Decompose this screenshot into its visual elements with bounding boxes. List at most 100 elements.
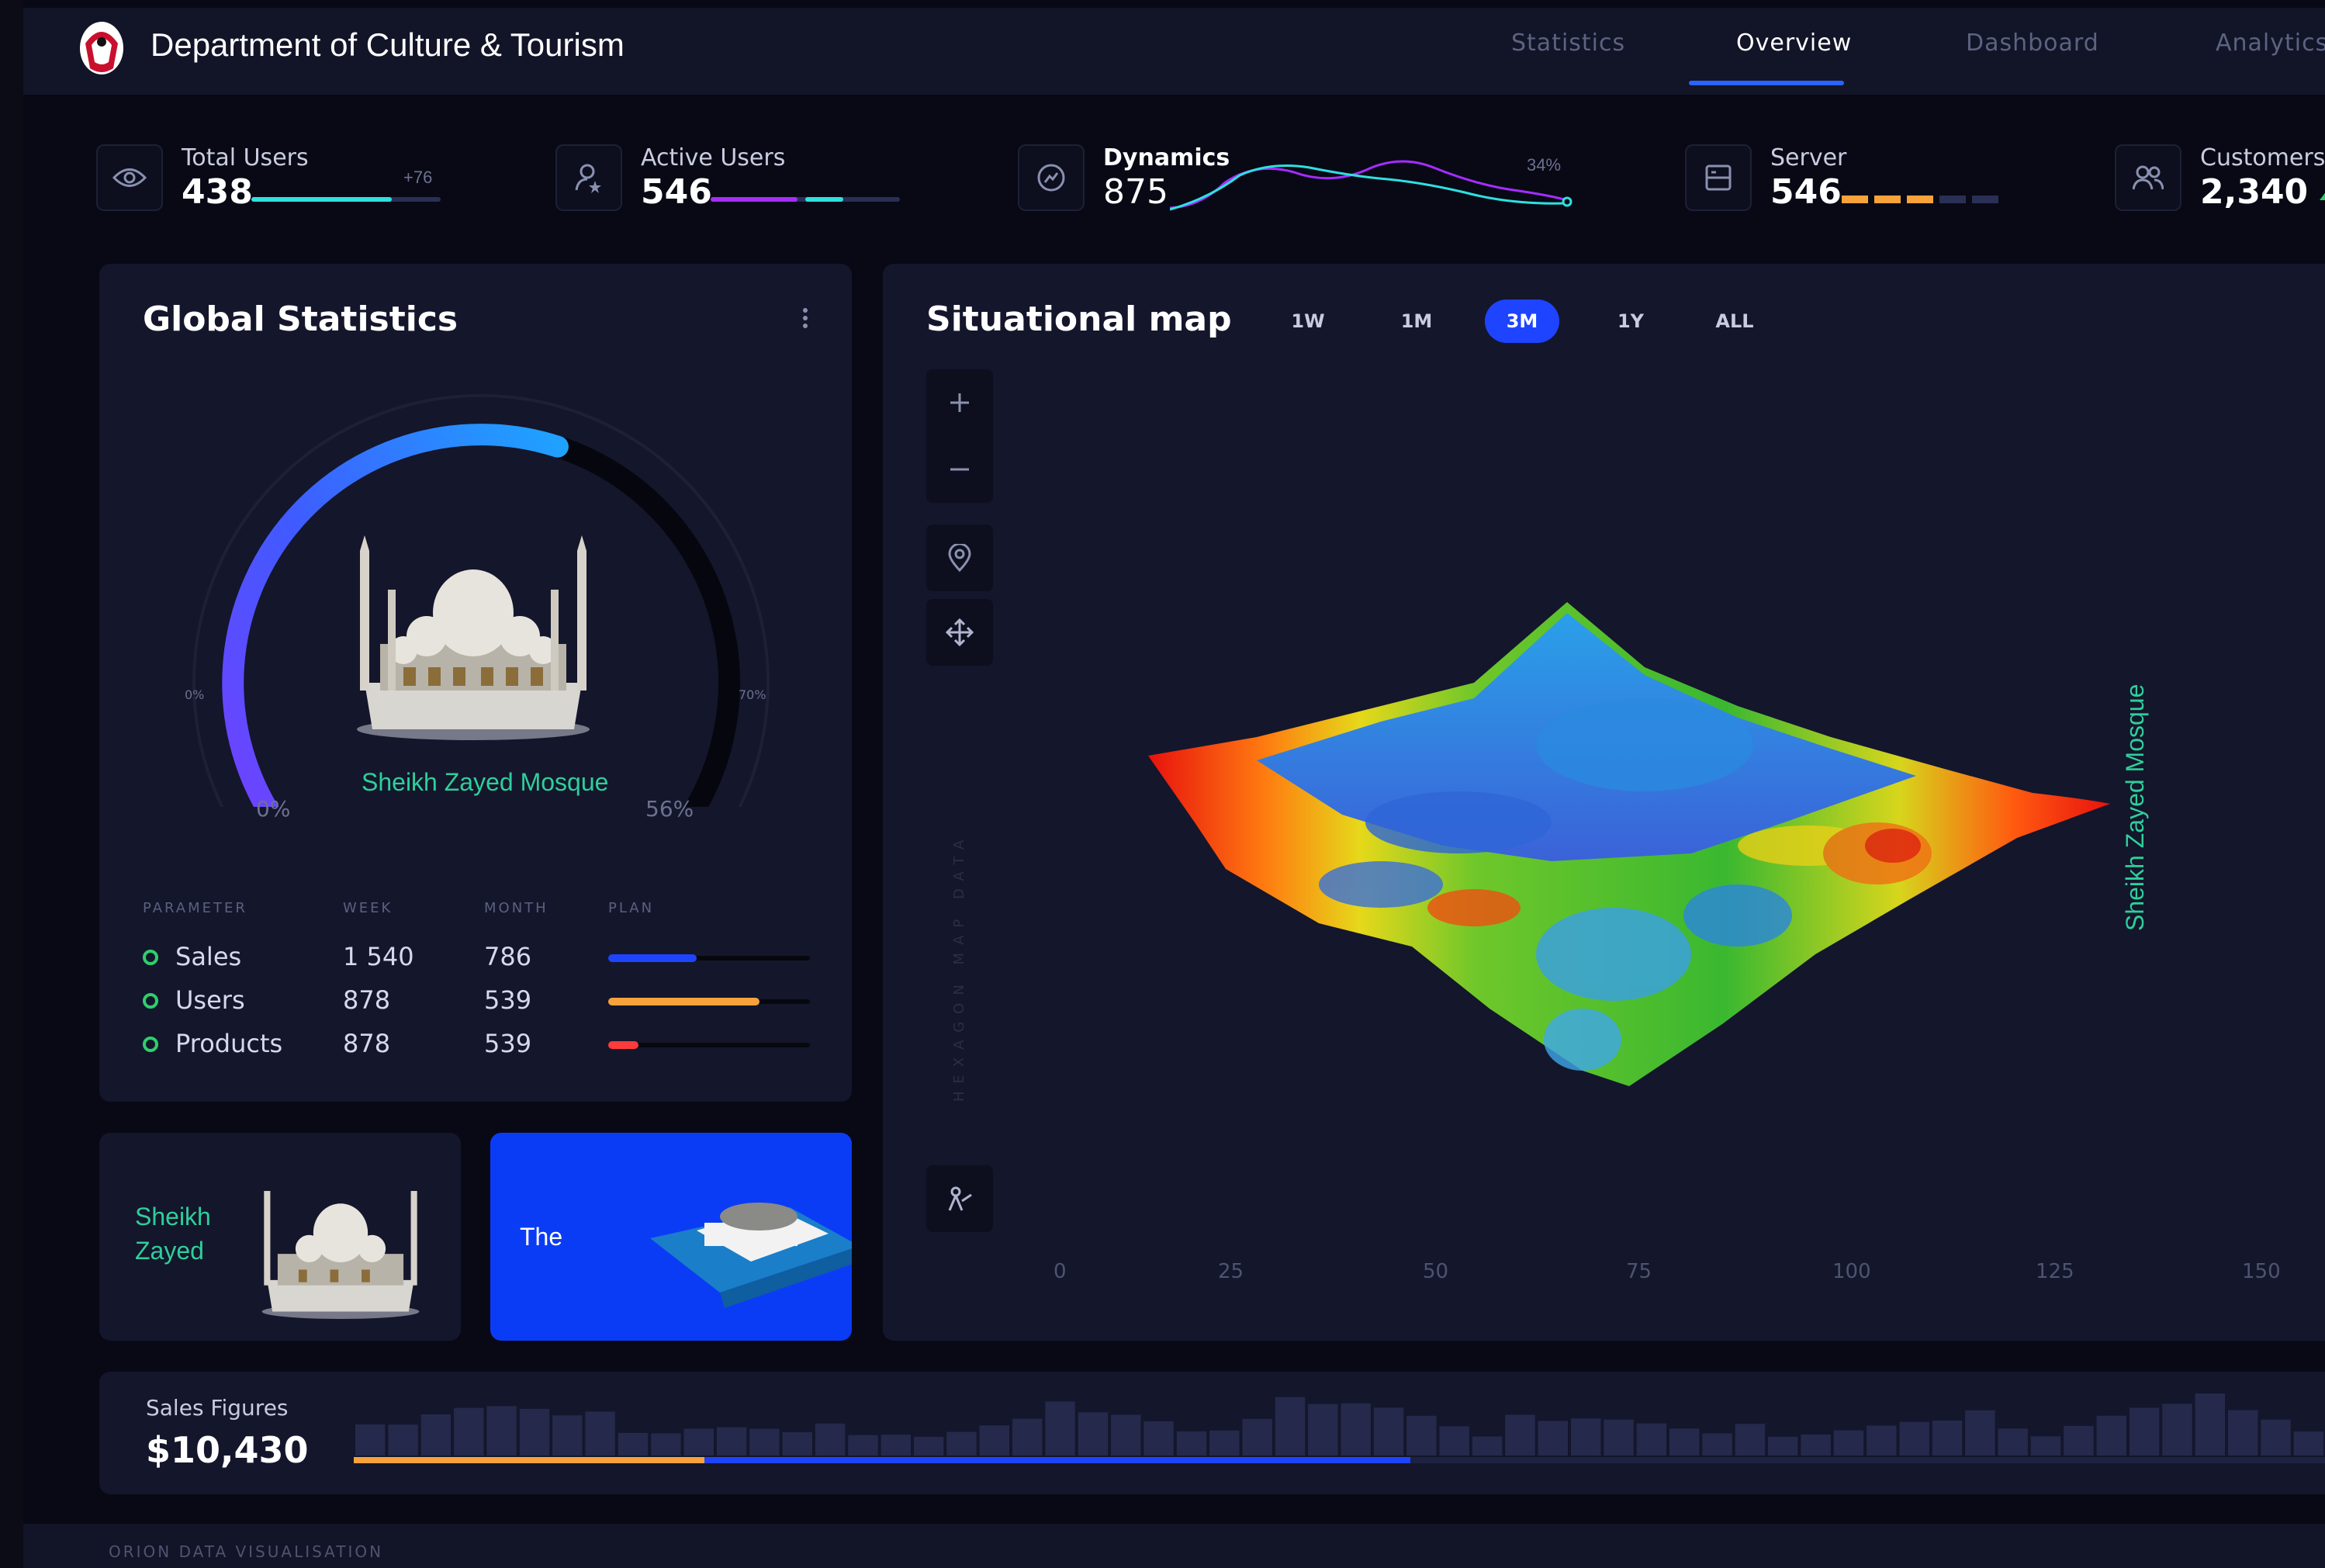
range-button-3m[interactable]: 3M	[1485, 299, 1559, 343]
kpi-dynamics[interactable]: Dynamics 875 34%	[1018, 144, 1576, 214]
active-tab-indicator	[1689, 81, 1844, 85]
map-side-label: Sheikh Zayed Mosque	[2121, 684, 2149, 931]
mosque-card-text: Sheikh Zayed	[135, 1203, 211, 1265]
histogram-bar	[1505, 1414, 1535, 1456]
histogram-bar	[2261, 1419, 2291, 1456]
x-axis-tick: 75	[1626, 1260, 1652, 1283]
mosque-card[interactable]: Sheikh Zayed	[99, 1133, 461, 1341]
histogram-bar	[2096, 1415, 2126, 1456]
plan-fill	[608, 954, 697, 962]
kpi-progress-track	[711, 197, 900, 202]
pan-button[interactable]	[926, 599, 993, 666]
row-name: Sales	[175, 942, 242, 971]
server-icon	[1685, 144, 1752, 211]
histogram-bar	[1078, 1412, 1109, 1456]
histogram-bar	[1045, 1401, 1075, 1456]
load-bar-off	[1972, 196, 1998, 203]
kpi-progress-track	[251, 197, 441, 202]
range-button-1m[interactable]: 1M	[1379, 299, 1454, 343]
kpi-active-users[interactable]: Active Users 546	[555, 144, 920, 214]
histogram-bar	[1406, 1415, 1437, 1456]
load-bar-off	[1939, 196, 1966, 203]
plan-fill	[608, 1041, 638, 1049]
move-arrows-icon	[926, 599, 993, 666]
kpi-label: Active Users	[641, 144, 786, 171]
kpi-delta: +76	[403, 168, 433, 187]
x-axis-tick: 150	[2242, 1260, 2281, 1283]
kpi-server[interactable]: Server 546	[1685, 144, 2011, 214]
sales-progress-blue	[704, 1457, 1410, 1463]
zoom-out-icon[interactable]	[926, 436, 993, 503]
histogram-bar	[946, 1431, 977, 1456]
range-button-all[interactable]: ALL	[1697, 299, 1772, 343]
histogram-bar	[1636, 1423, 1667, 1456]
trend-up-icon	[2320, 191, 2325, 200]
histogram-bar	[1998, 1428, 2028, 1456]
histogram-bar	[1439, 1426, 1469, 1456]
histogram-bar	[420, 1414, 452, 1456]
histogram-bar	[2129, 1407, 2160, 1456]
row-name: Users	[175, 985, 245, 1015]
tab-statistics[interactable]: Statistics	[1511, 29, 1625, 57]
tab-analytics[interactable]: Analytics	[2216, 29, 2325, 57]
histogram-bar	[355, 1424, 386, 1456]
status-dot-icon	[143, 993, 158, 1009]
kpi-total-users[interactable]: Total Users 438 +76	[96, 144, 461, 214]
col-header-parameter: PARAMETER	[143, 900, 247, 916]
histogram-bar	[1669, 1428, 1700, 1456]
mosque-caption: Sheikh Zayed Mosque	[362, 768, 609, 796]
plan-track	[608, 998, 810, 1006]
x-axis-tick: 100	[1832, 1260, 1871, 1283]
terrain-heatmap[interactable]	[1148, 590, 2110, 1094]
histogram-bar	[716, 1427, 747, 1456]
histogram-bar	[848, 1435, 878, 1456]
plan-fill	[608, 998, 759, 1006]
gauge-min-label: 0%	[185, 687, 205, 702]
range-button-1y[interactable]: 1Y	[1593, 299, 1668, 343]
histogram-bar	[486, 1406, 517, 1456]
histogram-bar	[1571, 1418, 1601, 1456]
histogram-bar	[1176, 1431, 1207, 1456]
user-star-icon	[555, 144, 622, 211]
tab-overview[interactable]: Overview	[1736, 29, 1852, 57]
row-week: 1 540	[343, 942, 414, 971]
col-header-plan: PLAN	[608, 900, 655, 916]
status-dot-icon	[143, 950, 158, 965]
kpi-label: Customers	[2200, 144, 2325, 171]
histogram-bar	[2293, 1431, 2324, 1456]
locate-button[interactable]	[926, 524, 993, 591]
histogram-bar	[1735, 1424, 1766, 1456]
row-name: Products	[175, 1029, 283, 1058]
tab-dashboard[interactable]: Dashboard	[1966, 29, 2099, 57]
more-options-icon[interactable]	[799, 306, 811, 337]
histogram-bar	[1538, 1421, 1568, 1456]
trend-icon	[1018, 144, 1085, 211]
x-axis-tick: 50	[1423, 1260, 1449, 1283]
gauge-start-label: 0%	[256, 796, 291, 822]
histogram-bar	[749, 1428, 780, 1456]
histogram-bar	[782, 1431, 812, 1456]
the-card-text: The	[520, 1223, 563, 1251]
histogram-bar	[1341, 1403, 1371, 1456]
histogram-bar	[1275, 1397, 1306, 1456]
histogram-bar	[585, 1411, 615, 1456]
measure-button[interactable]	[926, 1165, 993, 1232]
gauge-value-label: 56%	[645, 796, 694, 822]
histogram-bar	[979, 1425, 1009, 1456]
x-axis-tick: 125	[2036, 1260, 2074, 1283]
range-button-1w[interactable]: 1W	[1271, 299, 1345, 343]
histogram-bar	[1373, 1407, 1404, 1456]
histogram-bar	[683, 1428, 714, 1456]
kpi-customers[interactable]: Customers 2,340	[2115, 144, 2325, 214]
zoom-in-icon[interactable]	[926, 369, 993, 436]
kpi-value: 546	[641, 172, 712, 212]
row-month: 786	[484, 942, 532, 971]
load-bar-on	[1874, 196, 1901, 203]
kpi-label: Server	[1770, 144, 1847, 171]
load-bar-on	[1907, 196, 1933, 203]
histogram-bar	[2064, 1425, 2094, 1456]
histogram-bar	[2228, 1410, 2258, 1456]
the-card[interactable]: The	[490, 1133, 852, 1341]
histogram-bar	[1833, 1430, 1864, 1456]
col-header-week: WEEK	[343, 900, 393, 916]
